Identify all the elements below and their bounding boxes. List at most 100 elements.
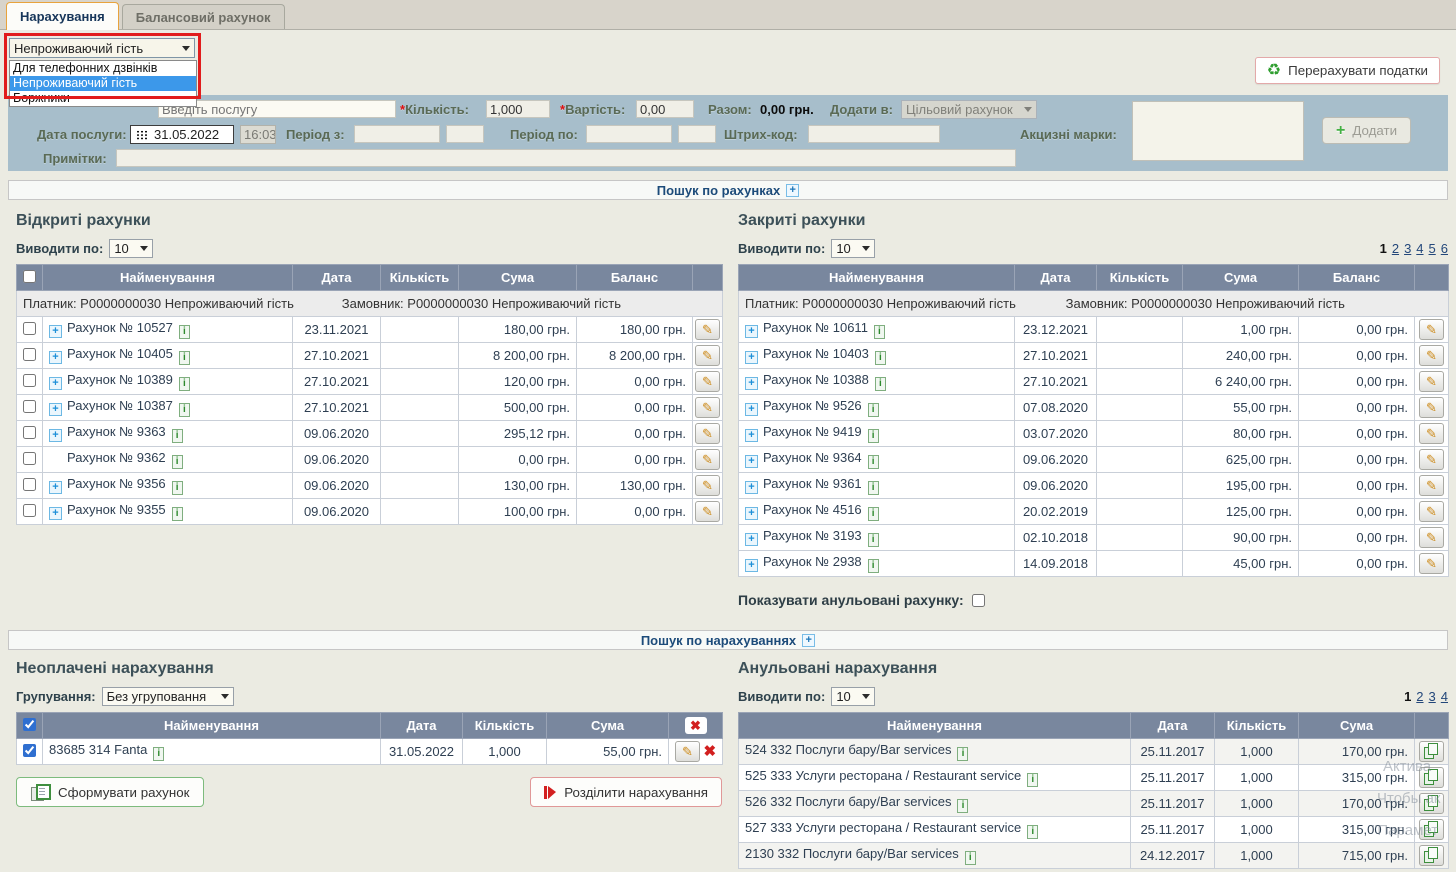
edit-button[interactable]: ✎ [695, 371, 720, 392]
grouping-select[interactable]: Без угруповання [102, 687, 234, 706]
expand-plus-icon[interactable]: + [745, 325, 758, 338]
row-checkbox[interactable] [23, 322, 36, 335]
row-checkbox[interactable] [23, 400, 36, 413]
copy-button[interactable] [1419, 819, 1444, 840]
expand-plus-icon[interactable]: + [49, 403, 62, 416]
calendar-icon[interactable] [136, 130, 149, 140]
info-icon[interactable]: i [875, 351, 886, 365]
category-option[interactable]: Боржники [10, 91, 196, 106]
add-charge-button[interactable]: + Додати [1322, 117, 1411, 144]
info-icon[interactable]: i [172, 507, 183, 521]
show-annulled-checkbox[interactable] [972, 594, 985, 607]
expand-plus-icon[interactable]: + [745, 403, 758, 416]
add-to-select[interactable]: Цільовий рахунок [901, 100, 1037, 119]
info-icon[interactable]: i [172, 429, 183, 443]
expand-plus-icon[interactable]: + [49, 325, 62, 338]
pagination-link[interactable]: 4 [1441, 689, 1448, 704]
service-time-input[interactable]: 16:03 [240, 125, 276, 144]
expand-plus-icon[interactable]: + [49, 481, 62, 494]
copy-button[interactable] [1419, 793, 1444, 814]
excise-stamps-textarea[interactable] [1132, 101, 1304, 161]
expand-plus-icon[interactable]: + [49, 377, 62, 390]
row-checkbox[interactable] [23, 504, 36, 517]
edit-button[interactable]: ✎ [695, 449, 720, 470]
select-all-checkbox[interactable] [23, 718, 36, 731]
edit-button[interactable]: ✎ [1419, 397, 1444, 418]
row-checkbox[interactable] [23, 452, 36, 465]
search-charges-bar[interactable]: Пошук по нарахуваннях + [8, 630, 1448, 650]
notes-input[interactable] [116, 149, 1016, 167]
period-to-date-input[interactable] [586, 125, 672, 143]
category-option[interactable]: Для телефонних дзвінків [10, 61, 196, 76]
edit-button[interactable]: ✎ [675, 741, 700, 762]
pagination-link[interactable]: 5 [1429, 241, 1436, 256]
expand-plus-icon[interactable]: + [49, 429, 62, 442]
info-icon[interactable]: i [868, 507, 879, 521]
tab-accruals[interactable]: Нарахування [6, 2, 119, 30]
info-icon[interactable]: i [868, 429, 879, 443]
expand-plus-icon[interactable]: + [49, 351, 62, 364]
edit-button[interactable]: ✎ [1419, 345, 1444, 366]
row-checkbox[interactable] [23, 374, 36, 387]
search-accounts-bar[interactable]: Пошук по рахунках + [8, 180, 1448, 200]
info-icon[interactable]: i [172, 455, 183, 469]
row-checkbox[interactable] [23, 348, 36, 361]
info-icon[interactable]: i [868, 533, 879, 547]
pagination-link[interactable]: 3 [1429, 689, 1436, 704]
quantity-input[interactable] [486, 100, 550, 118]
pagination-link[interactable]: 4 [1416, 241, 1423, 256]
info-icon[interactable]: i [179, 351, 190, 365]
expand-plus-icon[interactable]: + [745, 481, 758, 494]
expand-plus-icon[interactable]: + [745, 533, 758, 546]
info-icon[interactable]: i [868, 455, 879, 469]
edit-button[interactable]: ✎ [695, 423, 720, 444]
search-charges-link[interactable]: Пошук по нарахуваннях [641, 633, 796, 648]
make-invoice-button[interactable]: Сформувати рахунок [16, 777, 204, 807]
expand-plus-icon[interactable]: + [745, 351, 758, 364]
info-icon[interactable]: i [153, 747, 164, 761]
copy-button[interactable] [1419, 741, 1444, 762]
delete-button[interactable]: ✖ [704, 743, 717, 760]
category-option[interactable]: Непроживаючий гість [10, 76, 196, 91]
row-checkbox[interactable] [23, 426, 36, 439]
pagination-link[interactable]: 3 [1404, 241, 1411, 256]
info-icon[interactable]: i [965, 851, 976, 865]
per-page-select[interactable]: 10 [831, 687, 875, 706]
per-page-select[interactable]: 10 [109, 239, 153, 258]
search-accounts-link[interactable]: Пошук по рахунках [657, 183, 780, 198]
expand-plus-icon[interactable]: + [745, 507, 758, 520]
period-from-date-input[interactable] [354, 125, 440, 143]
edit-button[interactable]: ✎ [695, 501, 720, 522]
info-icon[interactable]: i [179, 325, 190, 339]
expand-plus-icon[interactable]: + [786, 184, 799, 197]
expand-plus-icon[interactable]: + [802, 634, 815, 647]
edit-button[interactable]: ✎ [695, 397, 720, 418]
expand-plus-icon[interactable]: + [49, 507, 62, 520]
expand-plus-icon[interactable]: + [745, 377, 758, 390]
edit-button[interactable]: ✎ [1419, 319, 1444, 340]
info-icon[interactable]: i [868, 403, 879, 417]
expand-plus-icon[interactable]: + [745, 429, 758, 442]
info-icon[interactable]: i [1027, 825, 1038, 839]
barcode-input[interactable] [808, 125, 940, 143]
select-all-checkbox[interactable] [23, 270, 36, 283]
edit-button[interactable]: ✎ [1419, 475, 1444, 496]
pagination-link[interactable]: 2 [1416, 689, 1423, 704]
split-charge-button[interactable]: Розділити нарахування [530, 777, 722, 807]
info-icon[interactable]: i [957, 747, 968, 761]
edit-button[interactable]: ✎ [1419, 501, 1444, 522]
period-to-time-input[interactable] [678, 125, 716, 143]
edit-button[interactable]: ✎ [1419, 527, 1444, 548]
info-icon[interactable]: i [868, 559, 879, 573]
recalculate-taxes-button[interactable]: ♻ Перерахувати податки [1255, 57, 1440, 84]
info-icon[interactable]: i [1027, 773, 1038, 787]
tab-balance-account[interactable]: Балансовий рахунок [122, 4, 285, 29]
copy-button[interactable] [1419, 767, 1444, 788]
row-checkbox[interactable] [23, 744, 36, 757]
edit-button[interactable]: ✎ [1419, 371, 1444, 392]
delete-all-button[interactable]: ✖ [685, 717, 707, 734]
edit-button[interactable]: ✎ [1419, 423, 1444, 444]
copy-button[interactable] [1419, 845, 1444, 866]
edit-button[interactable]: ✎ [1419, 553, 1444, 574]
edit-button[interactable]: ✎ [695, 475, 720, 496]
